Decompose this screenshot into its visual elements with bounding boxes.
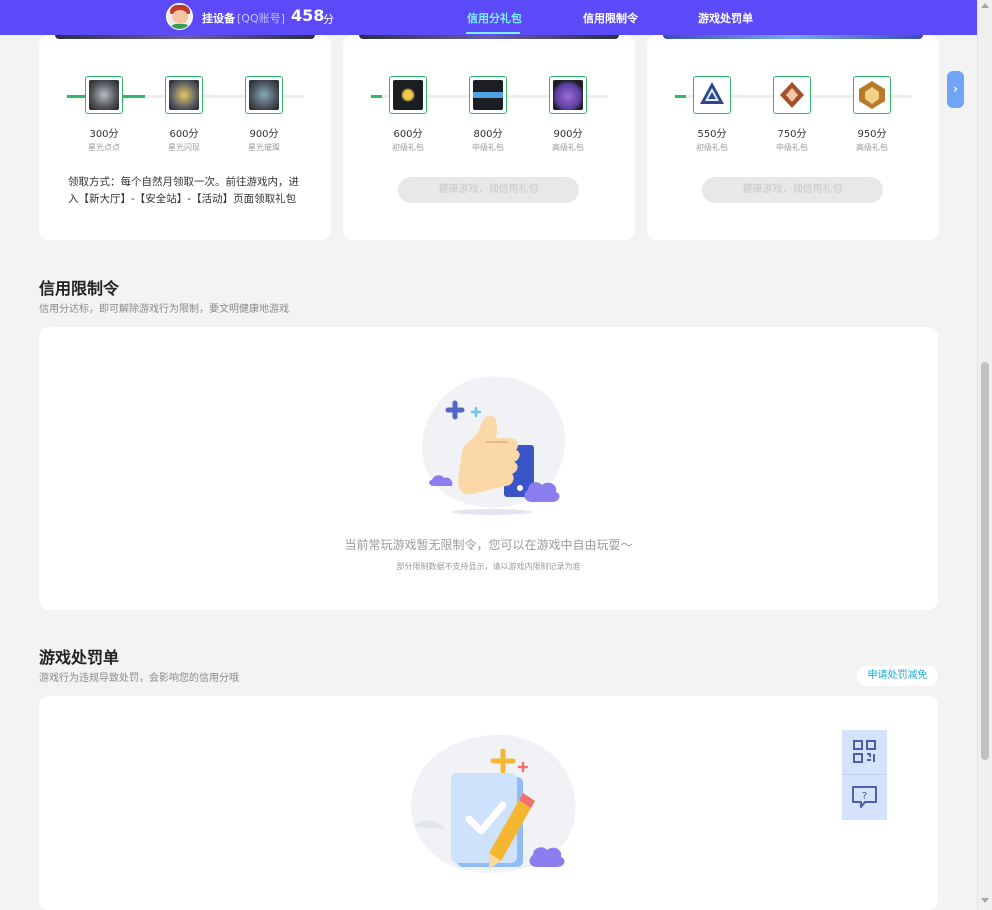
side-toolbar: ? <box>842 730 887 820</box>
clipboard-check-illustration <box>411 734 576 873</box>
reward-name: 初级礼包 <box>392 143 424 152</box>
user-name: 挂设备 <box>202 12 235 25</box>
penalty-subtitle: 游戏行为违规导致处罚，会影响您的信用分哦 <box>39 673 239 684</box>
progress-fill <box>371 95 382 98</box>
restriction-panel: 当前常玩游戏暂无限制令，您可以在游戏中自由玩耍～ 部分限制数据不支持显示，请以游… <box>39 327 938 610</box>
badge-icon[interactable] <box>853 76 891 114</box>
reward-name: 星光璀璨 <box>248 143 280 152</box>
reward-points: 600分 <box>169 129 199 140</box>
card-banner <box>663 35 923 39</box>
chevron-right-icon[interactable]: › <box>947 71 964 108</box>
reward-points: 550分 <box>697 129 727 140</box>
scrollbar-thumb[interactable] <box>981 362 989 760</box>
card-banner <box>55 35 315 39</box>
reward-name: 高级礼包 <box>552 143 584 152</box>
reward-name: 星光点点 <box>88 143 120 152</box>
progress-fill <box>675 95 686 98</box>
reward-points: 300分 <box>89 129 119 140</box>
reward-icon[interactable] <box>549 76 587 114</box>
account-type: [QQ账号] <box>237 12 285 25</box>
credit-score: 458 <box>291 6 325 25</box>
claim-gift-button[interactable]: 健康游戏，领信用礼包 <box>398 177 579 203</box>
reward-points: 900分 <box>553 129 583 140</box>
tab-restriction[interactable]: 信用限制令 <box>583 10 638 26</box>
avatar[interactable] <box>166 3 193 30</box>
penalty-panel <box>39 696 938 910</box>
top-bar: 挂设备 [QQ账号] 458 分 信用分礼包 信用限制令 游戏处罚单 <box>0 0 977 35</box>
help-feedback-icon[interactable]: ? <box>851 784 878 810</box>
scroll-up-icon[interactable] <box>981 3 989 8</box>
reward-points: 950分 <box>857 129 887 140</box>
reward-points: 750分 <box>777 129 807 140</box>
tab-penalty[interactable]: 游戏处罚单 <box>698 10 753 26</box>
reward-name: 中级礼包 <box>472 143 504 152</box>
scroll-down-icon[interactable] <box>981 898 989 903</box>
restriction-subtitle: 信用分达标，即可解除游戏行为限制，要文明健康地游戏 <box>39 304 289 315</box>
claim-instructions: 领取方式：每个自然月领取一次。前往游戏内，进入【新大厅】-【安全站】-【活动】页… <box>68 176 299 205</box>
reward-name: 高级礼包 <box>856 143 888 152</box>
credit-score-unit: 分 <box>323 13 334 26</box>
tab-credit-gift[interactable]: 信用分礼包 <box>467 10 522 26</box>
qr-code-icon[interactable] <box>852 739 877 765</box>
reward-points: 900分 <box>249 129 279 140</box>
reward-name: 星光闪现 <box>168 143 200 152</box>
thumbs-up-illustration <box>422 376 566 515</box>
badge-icon[interactable] <box>693 76 731 114</box>
reward-icon[interactable] <box>389 76 427 114</box>
penalty-title: 游戏处罚单 <box>39 648 120 667</box>
reward-name: 初级礼包 <box>696 143 728 152</box>
reward-icon[interactable] <box>165 76 203 114</box>
apply-penalty-reduction-button[interactable]: 申请处罚减免 <box>857 666 938 686</box>
reward-icon[interactable] <box>85 76 123 114</box>
reward-name: 中级礼包 <box>776 143 808 152</box>
reward-points: 600分 <box>393 129 423 140</box>
reward-icon[interactable] <box>469 76 507 114</box>
reward-icon[interactable] <box>245 76 283 114</box>
restriction-title: 信用限制令 <box>39 279 120 298</box>
claim-gift-button[interactable]: 健康游戏，领信用礼包 <box>702 177 883 203</box>
active-tab-indicator <box>466 32 520 34</box>
empty-restriction-note: 部分限制数据不支持显示，请以游戏内限制记录为准 <box>396 562 581 571</box>
svg-text:?: ? <box>862 791 867 802</box>
card-banner <box>359 35 619 39</box>
reward-points: 800分 <box>473 129 503 140</box>
empty-restriction-message: 当前常玩游戏暂无限制令，您可以在游戏中自由玩耍～ <box>344 538 633 552</box>
badge-icon[interactable] <box>773 76 811 114</box>
